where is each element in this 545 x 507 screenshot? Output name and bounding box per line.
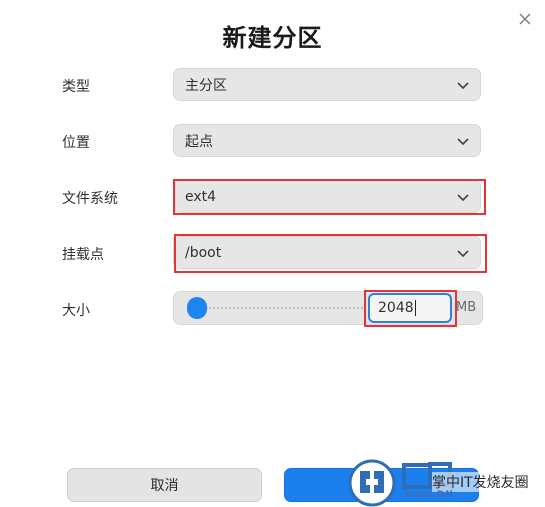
chevron-down-icon: [457, 250, 469, 258]
size-slider-track[interactable]: [206, 307, 366, 309]
size-unit: MB: [456, 300, 477, 315]
filesystem-label: 文件系统: [62, 191, 118, 207]
size-slider-thumb[interactable]: [187, 297, 207, 319]
type-label: 类型: [62, 79, 90, 95]
position-select-value: 起点: [185, 133, 213, 150]
size-label: 大小: [62, 303, 90, 319]
filesystem-select[interactable]: ext4: [173, 180, 481, 213]
chevron-down-icon: [457, 194, 469, 202]
mountpoint-label: 挂载点: [62, 247, 104, 263]
watermark-url: www.DN: [405, 490, 454, 500]
position-label: 位置: [62, 135, 90, 151]
mountpoint-select-value: /boot: [185, 244, 222, 261]
cancel-button-label: 取消: [150, 478, 179, 494]
size-input[interactable]: 2048: [368, 293, 452, 323]
mountpoint-select[interactable]: /boot: [173, 236, 481, 269]
watermark-text: 掌中IT发烧友圈: [432, 472, 529, 492]
text-caret: [414, 300, 416, 316]
position-select[interactable]: 起点: [173, 124, 481, 157]
size-input-value: 2048: [378, 300, 414, 316]
new-partition-dialog: 新建分区 类型 主分区 位置 起点 文件系统 ext4 挂载点 /boot 大小: [0, 0, 545, 507]
dialog-title: 新建分区: [222, 24, 323, 52]
filesystem-select-value: ext4: [185, 188, 217, 205]
cancel-button[interactable]: 取消: [67, 468, 262, 502]
type-select[interactable]: 主分区: [173, 68, 481, 101]
chevron-down-icon: [457, 82, 469, 90]
chevron-down-icon: [457, 138, 469, 146]
type-select-value: 主分区: [185, 77, 227, 94]
